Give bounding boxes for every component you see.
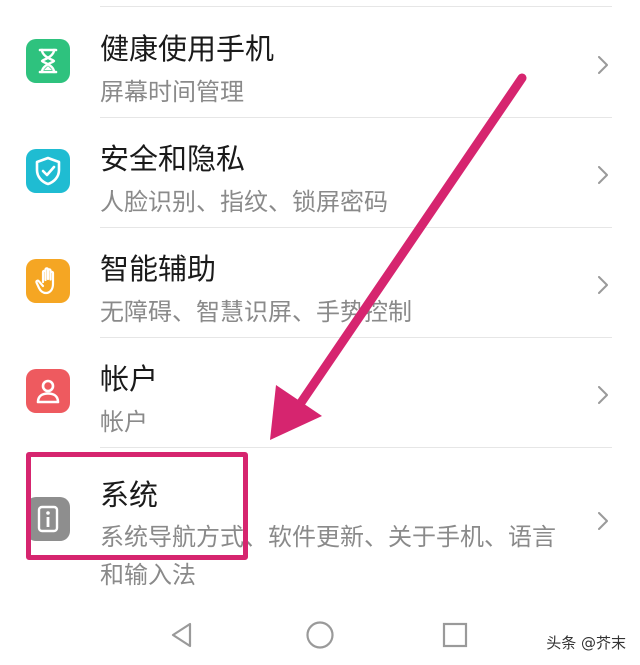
settings-item-title: 安全和隐私 [100,142,246,176]
chevron-right-icon [598,56,608,74]
settings-item-security-privacy[interactable]: 安全和隐私 人脸识别、指纹、锁屏密码 [0,118,640,228]
settings-item-smart-assistance[interactable]: 智能辅助 无障碍、智慧识屏、手势控制 [0,228,640,338]
chevron-right-icon [598,386,608,404]
recent-apps-button[interactable] [437,617,473,653]
back-triangle-icon [171,622,192,648]
settings-list: 健康使用手机 屏幕时间管理 安全和隐私 人脸识别、指纹、锁屏密码 智能辅助 无障… [0,8,640,589]
shield-check-icon [26,149,70,193]
system-info-icon [26,497,70,541]
settings-item-subtitle: 帐户 [100,408,148,436]
settings-item-title: 智能辅助 [100,252,217,286]
watermark: 头条 @芥末 [546,634,626,652]
settings-item-system[interactable]: 系统 系统导航方式、软件更新、关于手机、语言和输入法 [0,448,640,589]
settings-item-digital-balance[interactable]: 健康使用手机 屏幕时间管理 [0,8,640,118]
chevron-right-icon [598,512,608,530]
account-icon [26,369,70,413]
settings-item-subtitle: 无障碍、智慧识屏、手势控制 [100,298,412,326]
chevron-right-icon [598,276,608,294]
settings-item-title: 系统 [100,478,159,512]
settings-item-title: 健康使用手机 [100,32,275,66]
settings-item-title: 帐户 [100,362,159,396]
settings-item-subtitle: 系统导航方式、软件更新、关于手机、语言和输入法 [100,523,556,589]
navigation-bar [0,605,640,665]
home-circle-icon [306,621,334,649]
top-divider [100,6,612,7]
settings-item-subtitle: 屏幕时间管理 [100,78,244,106]
recent-square-icon [442,622,468,648]
settings-item-account[interactable]: 帐户 帐户 [0,338,640,448]
settings-item-subtitle: 人脸识别、指纹、锁屏密码 [100,188,388,216]
home-button[interactable] [302,617,338,653]
back-button[interactable] [164,617,200,653]
hand-icon [26,259,70,303]
chevron-right-icon [598,166,608,184]
hourglass-icon [26,39,70,83]
